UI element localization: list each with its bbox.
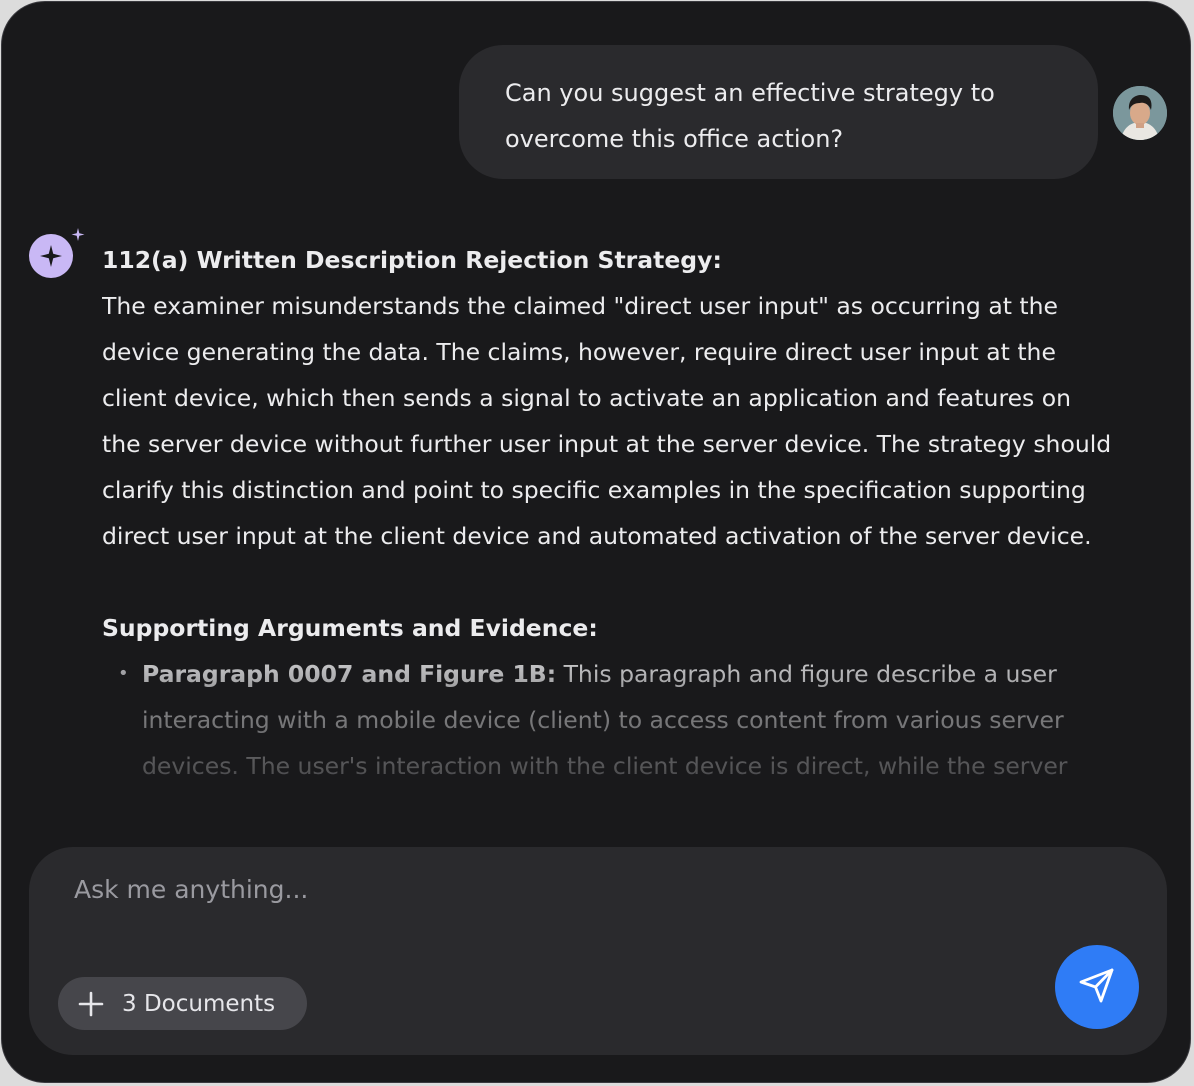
response-heading: 112(a) Written Description Rejection Str… [102, 246, 722, 274]
list-item-label: Paragraph 0007 and Figure 1B: [142, 660, 557, 688]
user-message-text: Can you suggest an effective strategy to… [505, 79, 995, 153]
evidence-list: Paragraph 0007 and Figure 1B: This parag… [102, 651, 1112, 789]
assistant-response: 112(a) Written Description Rejection Str… [102, 237, 1112, 837]
user-message-bubble: Can you suggest an effective strategy to… [459, 45, 1098, 179]
sparkle-icon [28, 226, 88, 280]
user-avatar[interactable] [1113, 86, 1167, 140]
send-icon [1077, 965, 1117, 1009]
list-item: Paragraph 0007 and Figure 1B: This parag… [118, 651, 1112, 789]
send-button[interactable] [1055, 945, 1139, 1029]
response-subheading: Supporting Arguments and Evidence: [102, 614, 598, 642]
chat-input[interactable]: Ask me anything... [74, 875, 308, 904]
documents-button[interactable]: 3 Documents [58, 977, 307, 1030]
documents-label: 3 Documents [122, 990, 276, 1017]
chat-window: Can you suggest an effective strategy to… [1, 1, 1191, 1083]
message-composer[interactable]: Ask me anything... 3 Documents [29, 847, 1167, 1055]
plus-icon [78, 991, 104, 1017]
response-paragraph: The examiner misunderstands the claimed … [102, 292, 1112, 550]
